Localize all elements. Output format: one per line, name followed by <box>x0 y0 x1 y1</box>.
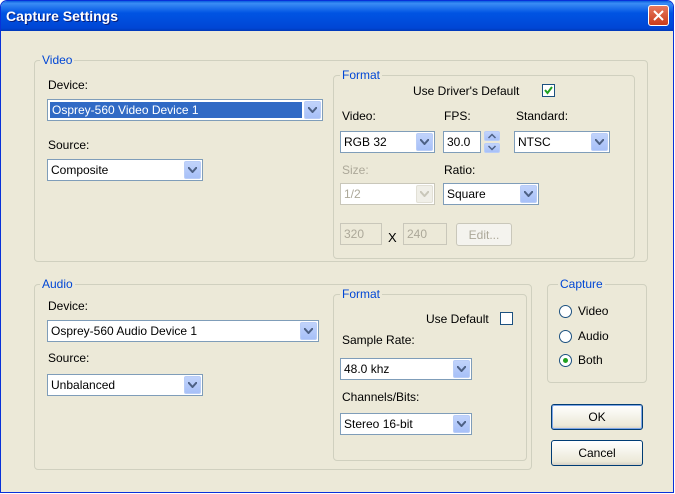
size-label: Size: <box>342 163 369 177</box>
video-device-label: Device: <box>48 78 89 92</box>
height-input: 240 <box>403 223 447 245</box>
audio-device-label: Device: <box>48 299 89 313</box>
spin-down-icon[interactable] <box>484 143 500 153</box>
audio-device-value: Osprey-560 Audio Device 1 <box>51 324 198 338</box>
width-value: 320 <box>344 227 365 241</box>
capture-audio-label[interactable]: Audio <box>578 329 609 343</box>
ok-button[interactable]: OK <box>551 404 643 430</box>
cancel-button-label: Cancel <box>578 446 616 460</box>
use-driver-default-checkbox[interactable] <box>542 84 555 97</box>
standard-value: NTSC <box>518 135 551 149</box>
chevron-down-icon[interactable] <box>300 322 317 340</box>
video-device-select[interactable]: Osprey-560 Video Device 1 <box>47 99 323 121</box>
capture-legend: Capture <box>558 277 605 291</box>
chevron-down-icon[interactable] <box>591 133 608 151</box>
capture-settings-dialog: Capture Settings Video Device: Osprey-56… <box>0 0 674 493</box>
audio-format-legend: Format <box>340 287 383 301</box>
chevron-down-icon[interactable] <box>453 360 470 378</box>
capture-both-radio[interactable] <box>559 354 572 367</box>
fps-value: 30.0 <box>447 135 471 149</box>
height-value: 240 <box>407 227 428 241</box>
video-device-value: Osprey-560 Video Device 1 <box>50 102 302 118</box>
dimension-x-label: X <box>388 230 397 245</box>
ok-button-label: OK <box>588 410 606 424</box>
chevron-down-icon[interactable] <box>416 133 433 151</box>
fps-spinner[interactable] <box>484 131 500 153</box>
video-type-value: RGB 32 <box>344 135 387 149</box>
radio-selected-dot <box>563 358 568 363</box>
standard-select[interactable]: NTSC <box>514 131 610 153</box>
capture-video-label[interactable]: Video <box>578 304 608 318</box>
close-icon <box>653 10 664 21</box>
window-title: Capture Settings <box>6 8 119 24</box>
video-format-legend: Format <box>340 68 383 82</box>
sample-rate-select[interactable]: 48.0 khz <box>340 358 472 380</box>
use-driver-default-label: Use Driver's Default <box>413 84 520 98</box>
video-type-label: Video: <box>342 109 376 123</box>
audio-device-select[interactable]: Osprey-560 Audio Device 1 <box>47 320 319 342</box>
chevron-down-icon[interactable] <box>184 161 201 179</box>
chevron-down-icon[interactable] <box>453 415 470 433</box>
ratio-value: Square <box>447 187 486 201</box>
ratio-select[interactable]: Square <box>443 183 539 205</box>
checkmark-icon <box>544 86 553 95</box>
audio-source-value: Unbalanced <box>51 378 116 392</box>
use-default-label: Use Default <box>426 312 489 326</box>
capture-both-label[interactable]: Both <box>578 353 603 367</box>
video-source-select[interactable]: Composite <box>47 159 203 181</box>
channels-bits-label: Channels/Bits: <box>342 390 420 404</box>
chevron-down-icon <box>416 185 433 203</box>
audio-source-select[interactable]: Unbalanced <box>47 374 203 396</box>
spin-up-icon[interactable] <box>484 131 500 141</box>
audio-source-label: Source: <box>48 351 90 365</box>
fps-label: FPS: <box>444 109 471 123</box>
video-source-value: Composite <box>51 163 109 177</box>
width-input: 320 <box>340 223 382 245</box>
chevron-down-icon[interactable] <box>184 376 201 394</box>
capture-audio-radio[interactable] <box>559 330 572 343</box>
size-value: 1/2 <box>344 187 361 201</box>
video-type-select[interactable]: RGB 32 <box>340 131 435 153</box>
video-legend: Video <box>40 53 75 67</box>
close-button[interactable] <box>648 5 669 26</box>
use-default-checkbox[interactable] <box>500 312 513 325</box>
fps-input[interactable]: 30.0 <box>443 131 481 153</box>
audio-legend: Audio <box>40 277 75 291</box>
sample-rate-label: Sample Rate: <box>342 333 415 347</box>
chevron-down-icon[interactable] <box>520 185 537 203</box>
standard-label: Standard: <box>516 109 569 123</box>
size-select: 1/2 <box>340 183 435 205</box>
sample-rate-value: 48.0 khz <box>344 362 390 376</box>
chevron-down-icon[interactable] <box>304 101 321 119</box>
edit-button-label: Edit... <box>468 228 500 242</box>
edit-button: Edit... <box>456 223 512 246</box>
video-source-label: Source: <box>48 138 90 152</box>
channels-bits-value: Stereo 16-bit <box>344 417 413 431</box>
cancel-button[interactable]: Cancel <box>551 440 643 466</box>
title-bar[interactable]: Capture Settings <box>1 1 673 31</box>
channels-bits-select[interactable]: Stereo 16-bit <box>340 413 472 435</box>
capture-video-radio[interactable] <box>559 305 572 318</box>
ratio-label: Ratio: <box>444 163 476 177</box>
